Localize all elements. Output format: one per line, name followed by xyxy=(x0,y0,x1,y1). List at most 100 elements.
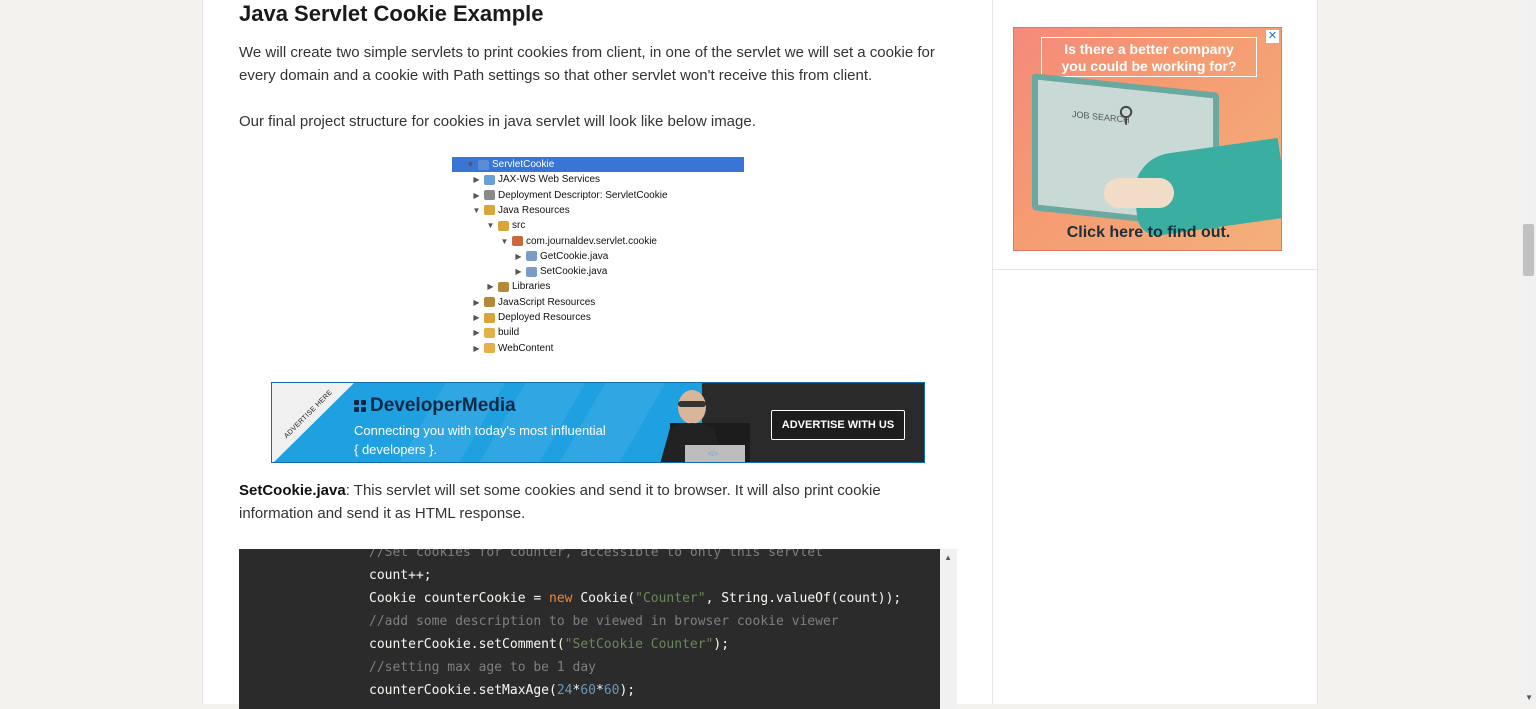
code-block[interactable]: ▲ //Set cookies for counter, accessible … xyxy=(239,549,957,709)
tree-item: ▶ Libraries xyxy=(486,279,550,294)
banner-brand: DeveloperMedia xyxy=(354,395,516,417)
banner-tagline-line2: { developers }. xyxy=(354,442,438,457)
code-token: ); xyxy=(713,637,730,652)
collapse-arrow-icon: ▶ xyxy=(473,328,480,338)
code-token: "SetCookie Counter" xyxy=(564,637,714,652)
tree-item: ▼ ServletCookie xyxy=(452,157,744,172)
expand-arrow-icon: ▼ xyxy=(486,221,495,231)
tree-node-icon xyxy=(484,205,495,216)
sidebar-separator xyxy=(993,269,1317,270)
tree-item-label: Java Resources xyxy=(498,204,570,216)
tree-item-label: WebContent xyxy=(498,342,554,354)
tree-item: ▼ com.journaldev.servlet.cookie xyxy=(500,234,657,249)
tree-item-label: JAX-WS Web Services xyxy=(498,174,601,186)
tree-item: ▶ GetCookie.java xyxy=(514,249,608,264)
tree-node-icon xyxy=(498,281,509,292)
tree-node-icon xyxy=(484,343,495,354)
code-line: //Set cookies for counter, accessible to… xyxy=(369,549,823,564)
setcookie-filename: SetCookie.java xyxy=(239,482,346,499)
code-line: //add some description to be viewed in b… xyxy=(369,610,839,633)
collapse-arrow-icon: ▶ xyxy=(487,282,494,292)
code-line: count++; xyxy=(369,564,432,587)
tree-node-icon xyxy=(498,220,509,231)
article-heading: Java Servlet Cookie Example xyxy=(239,1,544,26)
code-token: //setting max age to be 1 day xyxy=(369,660,596,675)
developer-person-image: </> xyxy=(660,390,750,462)
code-token: * xyxy=(595,683,604,698)
tree-node-icon xyxy=(512,236,523,246)
job-search-ad[interactable]: Is there a better company you could be w… xyxy=(1013,27,1282,251)
collapse-arrow-icon: ▶ xyxy=(515,251,522,261)
magnifier-icon: ⚲ xyxy=(1118,102,1135,127)
close-icon[interactable]: ✕ xyxy=(1266,30,1279,43)
banner-brand-text: DeveloperMedia xyxy=(370,395,516,416)
collapse-arrow-icon: ▶ xyxy=(473,297,480,307)
banner-corner xyxy=(272,383,354,462)
intro-paragraph: We will create two simple servlets to pr… xyxy=(239,44,935,84)
tree-item-label: build xyxy=(498,327,520,339)
code-token: count++; xyxy=(369,568,432,583)
svg-text:</>: </> xyxy=(708,451,718,458)
tree-item-label: SetCookie.java xyxy=(540,266,608,278)
expand-arrow-icon: ▼ xyxy=(466,160,475,169)
advertise-with-us-button[interactable]: ADVERTISE WITH US xyxy=(771,410,905,440)
ad-headline-line2: you could be working for? xyxy=(1061,58,1237,74)
tree-item-label: ServletCookie xyxy=(492,159,555,170)
page-scrollbar-thumb[interactable] xyxy=(1523,224,1534,276)
scroll-down-arrow-icon[interactable]: ▼ xyxy=(1525,693,1533,702)
code-token: 24 xyxy=(556,683,573,698)
tree-item: ▼ src xyxy=(486,218,526,233)
code-token: new xyxy=(549,591,573,606)
page-scrollbar[interactable]: ▼ xyxy=(1521,0,1536,704)
code-token: , String.valueOf(count)); xyxy=(705,591,902,606)
scroll-up-arrow-icon[interactable]: ▲ xyxy=(944,553,952,562)
code-token: ); xyxy=(619,683,636,698)
tree-node-icon xyxy=(484,327,495,338)
code-token: Cookie( xyxy=(572,591,636,606)
tree-item: ▶ Deployment Descriptor: ServletCookie xyxy=(472,188,667,203)
structure-paragraph: Our final project structure for cookies … xyxy=(239,113,756,130)
developermedia-logo-icon xyxy=(354,400,366,412)
project-structure-image: ▼ ServletCookie ▶ JAX-WS Web Services ▶ Deplo… xyxy=(452,157,744,361)
code-scrollbar[interactable]: ▲ xyxy=(940,549,957,709)
hand-image xyxy=(1104,178,1174,208)
collapse-arrow-icon: ▶ xyxy=(473,190,480,200)
setcookie-paragraph: SetCookie.java: This servlet will set so… xyxy=(239,479,957,525)
collapse-arrow-icon: ▶ xyxy=(473,343,480,353)
code-token: 60 xyxy=(580,683,596,698)
tree-item: ▶ WebContent xyxy=(472,341,553,356)
code-token: "Counter" xyxy=(635,591,706,606)
ad-headline-line1: Is there a better company xyxy=(1064,41,1234,57)
page-container: Java Servlet Cookie Example We will crea… xyxy=(202,0,1318,709)
code-line: counterCookie.setComment("SetCookie Coun… xyxy=(369,633,729,656)
code-token: //Set cookies for counter, accessible to… xyxy=(369,549,823,560)
code-line: Cookie counterCookie = new Cookie("Count… xyxy=(369,587,901,610)
code-token: counterCookie.setMaxAge( xyxy=(369,683,557,698)
tree-item: ▼ Java Resources xyxy=(472,203,570,218)
ad-cta[interactable]: Click here to find out. xyxy=(1014,224,1281,242)
tree-node-icon xyxy=(484,297,495,308)
developermedia-banner-ad[interactable]: ADVERTISE HERE DeveloperMedia Connecting… xyxy=(271,382,925,463)
collapse-arrow-icon: ▶ xyxy=(473,175,480,185)
tree-node-icon xyxy=(478,159,489,170)
tree-item-label: JavaScript Resources xyxy=(498,296,596,308)
tree-item: ▶ build xyxy=(472,325,519,340)
tree-item-label: com.journaldev.servlet.cookie xyxy=(526,235,657,247)
expand-arrow-icon: ▼ xyxy=(472,205,481,215)
code-token: Cookie counterCookie = xyxy=(369,591,550,606)
code-line: //setting max age to be 1 day xyxy=(369,656,596,679)
sidebar-divider xyxy=(992,0,993,704)
collapse-arrow-icon: ▶ xyxy=(473,313,480,322)
code-token: 60 xyxy=(603,683,620,698)
banner-tagline-line1: Connecting you with today's most influen… xyxy=(354,423,606,438)
code-token: //add some description to be viewed in b… xyxy=(369,614,839,629)
code-token: counterCookie.setComment( xyxy=(369,637,565,652)
code-line: counterCookie.setMaxAge(24*60*60); xyxy=(369,679,635,702)
collapse-arrow-icon: ▶ xyxy=(515,267,522,277)
tree-node-icon xyxy=(484,174,495,185)
expand-arrow-icon: ▼ xyxy=(500,236,509,246)
tree-item: ▶ Deployed Resources xyxy=(472,310,590,325)
banner-tagline: Connecting you with today's most influen… xyxy=(354,421,606,459)
tree-item: ▶ JAX-WS Web Services xyxy=(472,172,600,187)
tree-item-label: Libraries xyxy=(512,281,551,293)
